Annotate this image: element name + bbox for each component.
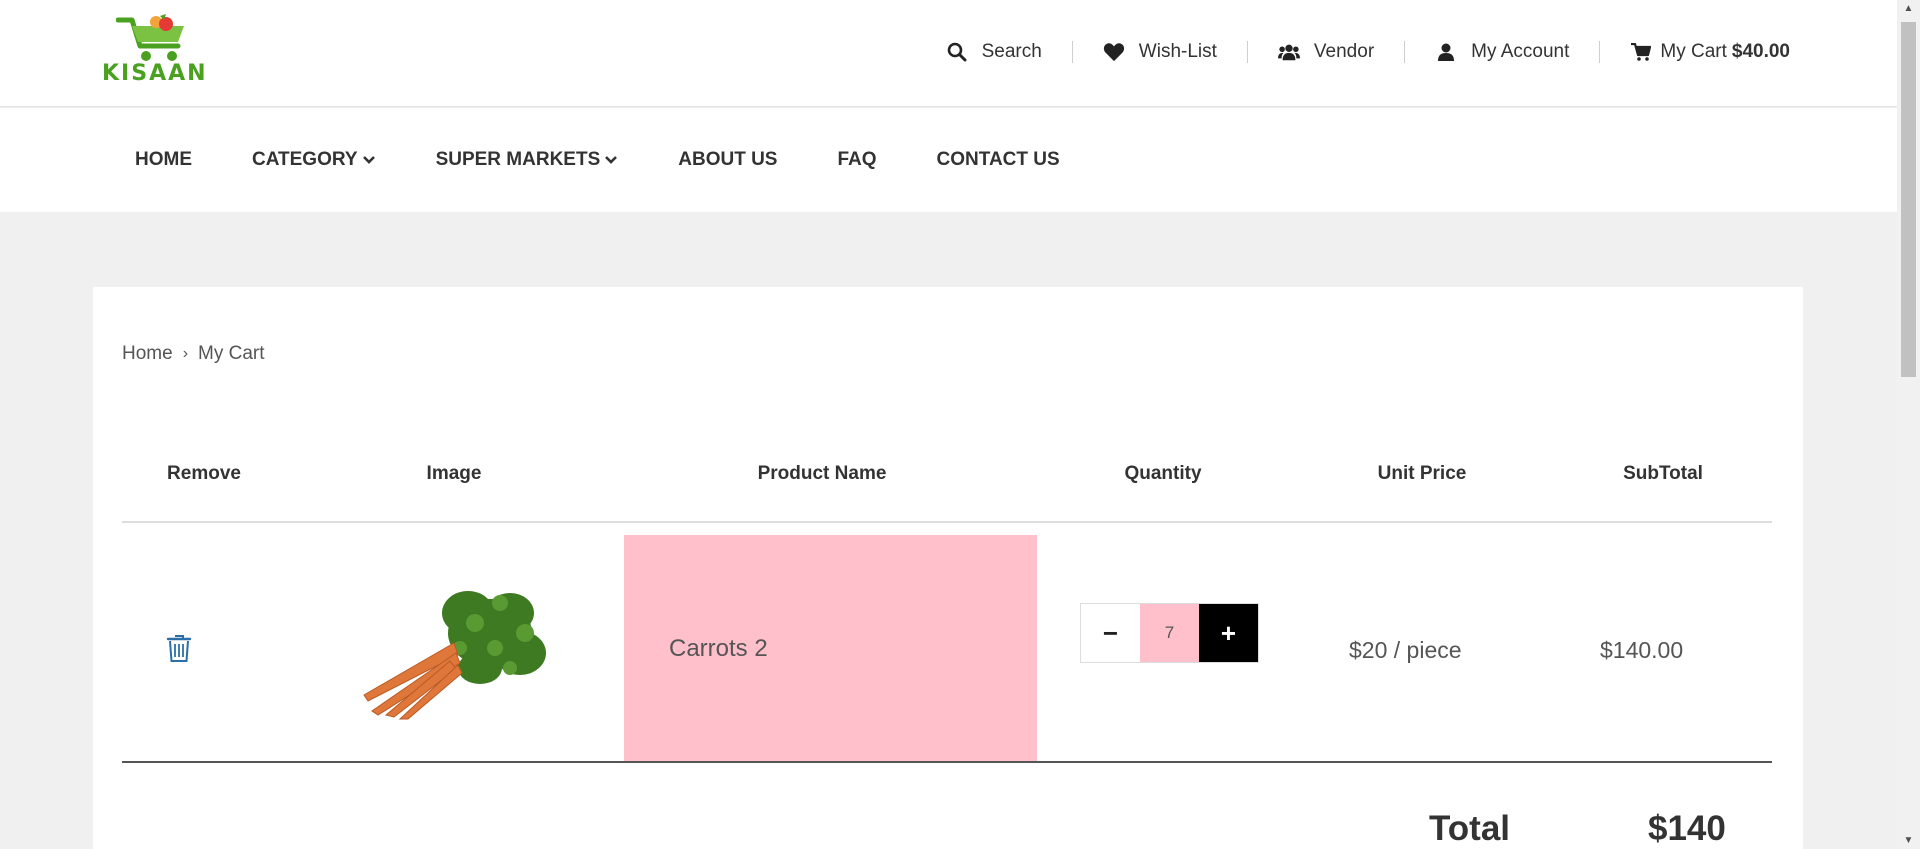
header-product-name: Product Name [757,463,887,484]
user-icon [1435,41,1457,63]
cart-total: $40.00 [1731,41,1790,62]
increase-quantity-button[interactable]: + [1199,604,1258,662]
scroll-up-arrow-icon[interactable]: ▲ [1897,0,1920,17]
breadcrumb: Home › My Cart [122,343,265,365]
shopping-cart-icon [1630,41,1652,63]
nav-super-markets[interactable]: SUPER MARKETS [436,149,619,171]
header-unit-price: Unit Price [1377,463,1467,484]
cart-label: My Cart [1660,41,1727,62]
nav-home[interactable]: HOME [135,149,192,171]
breadcrumb-home[interactable]: Home [122,343,173,365]
vendor-link[interactable]: Vendor [1277,41,1375,63]
cart-table-header: Remove Image Product Name Quantity Unit … [122,427,1772,523]
total-value: $140 [1648,809,1726,848]
search-icon [946,41,968,63]
divider [1404,41,1406,63]
header-quantity: Quantity [1124,463,1202,484]
subtotal: $140.00 [1600,637,1684,663]
nav-category-label: CATEGORY [252,149,358,170]
wishlist-label: Wish-List [1138,41,1217,62]
vendor-label: Vendor [1313,41,1375,62]
nav-contact[interactable]: CONTACT US [937,149,1060,171]
top-links: Search Wish-List Vendor My Account My Ca… [946,40,1790,64]
quantity-stepper: − + [1080,603,1259,663]
main-nav: HOME CATEGORY SUPER MARKETS ABOUT US FAQ… [135,108,1120,212]
trash-icon[interactable] [166,633,192,663]
header-remove: Remove [167,463,241,484]
cart-logo-icon [116,14,184,61]
header-image: Image [426,463,482,484]
total-label: Total [1429,809,1511,848]
chevron-down-icon [362,156,375,164]
scroll-down-arrow-icon[interactable]: ▼ [1897,832,1920,849]
breadcrumb-current: My Cart [198,343,265,364]
logo-text: KISAAN [102,61,208,86]
users-icon [1277,41,1300,63]
chevron-right-icon: › [182,345,189,362]
account-link[interactable]: My Account [1435,41,1569,63]
divider [1071,41,1073,63]
product-image-carrots [363,591,546,720]
scrollbar-thumb[interactable] [1901,22,1916,377]
nav-about[interactable]: ABOUT US [678,149,777,171]
unit-price: $20 / piece [1349,637,1462,663]
nav-faq[interactable]: FAQ [837,149,876,171]
site-logo[interactable]: KISAAN [102,14,214,86]
wishlist-link[interactable]: Wish-List [1103,41,1217,63]
product-name[interactable]: Carrots 2 [669,635,768,663]
page-scrollbar[interactable]: ▲ ▼ [1897,0,1920,849]
cart-card: Home › My Cart Remove Image Product Name… [93,287,1803,849]
top-header: KISAAN Search Wish-List Vendor My Accoun… [0,0,1897,107]
account-label: My Account [1471,41,1570,62]
header-subtotal: SubTotal [1623,463,1703,484]
nav-category[interactable]: CATEGORY [252,149,376,171]
heart-icon [1103,41,1125,63]
cart-link[interactable]: My Cart $40.00 [1630,41,1790,63]
main-nav-bar: HOME CATEGORY SUPER MARKETS ABOUT US FAQ… [0,108,1897,212]
product-name-cell: Carrots 2 [624,535,1037,761]
search-label: Search [981,41,1042,62]
decrease-quantity-button[interactable]: − [1081,604,1140,662]
chevron-down-icon [605,156,618,164]
divider [1246,41,1248,63]
nav-super-markets-label: SUPER MARKETS [435,149,601,170]
table-row: Carrots 2 − + $20 / piece $140.00 [122,535,1772,763]
divider [1599,41,1601,63]
quantity-input[interactable] [1140,604,1199,662]
search-link[interactable]: Search [946,41,1042,63]
